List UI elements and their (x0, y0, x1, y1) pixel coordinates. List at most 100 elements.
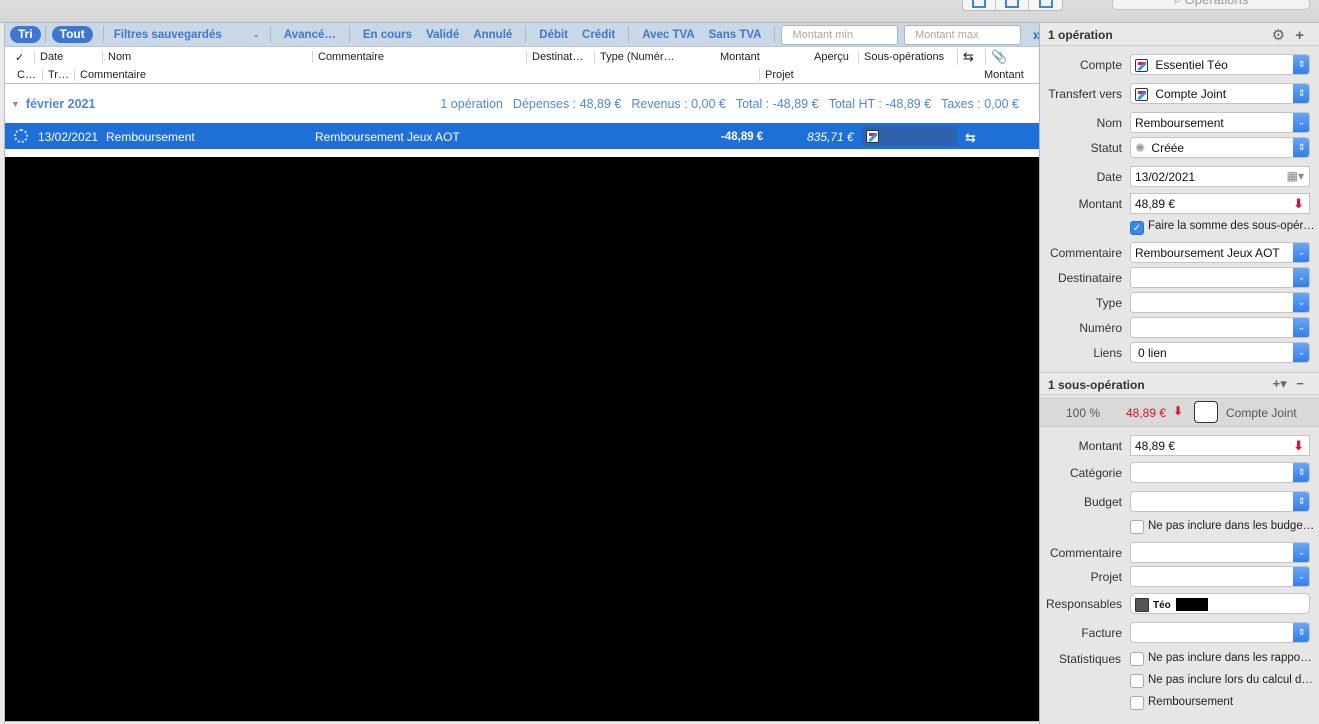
comment-combobox[interactable]: Remboursement Jeux AOT ⌄ (1130, 242, 1310, 263)
updown-chevron-icon: ⇕ (1293, 138, 1309, 157)
filter-separator (525, 26, 527, 43)
column-header-amount[interactable]: Montant (720, 51, 760, 63)
column-header-attachment[interactable]: 📎 (985, 49, 1007, 65)
chevron-down-icon[interactable]: ⌄ (1293, 243, 1309, 262)
more-filters-button[interactable]: » (1033, 25, 1043, 45)
group-summary: 1 opération Dépenses : 48,89 € Revenus :… (440, 97, 1019, 111)
date-input[interactable]: 13/02/2021 ▦▾ (1130, 166, 1310, 187)
account-select[interactable]: Essentiel Téo ⇕ (1130, 54, 1310, 75)
filter-in-progress[interactable]: En cours (363, 29, 412, 41)
debit-arrow-icon[interactable]: ⬇ (1293, 438, 1304, 454)
column-header-preview[interactable]: Aperçu (814, 51, 849, 63)
remove-sub-operation-button[interactable]: − (1296, 376, 1304, 391)
recipient-combobox[interactable]: ⌄ (1130, 267, 1310, 288)
stats-exclude-calc-label: Ne pas inclure lors du calcul d… (1148, 674, 1313, 686)
column-header-project[interactable]: Projet (759, 69, 794, 81)
number-combobox[interactable]: ⌄ (1130, 317, 1310, 338)
view-right-panel-button[interactable] (1029, 0, 1062, 10)
view-bottom-panel-button[interactable] (996, 0, 1029, 10)
column-header-transfer[interactable]: ⇆ (957, 49, 974, 65)
chevron-down-icon[interactable]: ⌄ (1293, 293, 1309, 312)
column-header-c[interactable]: C… (17, 69, 36, 81)
status-select[interactable]: ✺ Créée ⇕ (1130, 137, 1310, 158)
chevron-down-icon[interactable]: ⌄ (1293, 268, 1309, 287)
sub-comment-combobox[interactable]: ⌄ (1130, 542, 1310, 563)
inspector-header: 1 opération ⚙ + (1040, 23, 1319, 46)
statistics-label: Statistiques (1058, 652, 1121, 666)
row-comment: Remboursement Jeux AOT (315, 130, 460, 144)
column-header-type-number[interactable]: Type (Numér… (594, 51, 675, 63)
row-balance: 835,71 € (807, 130, 854, 144)
filter-with-vat[interactable]: Avec TVA (642, 29, 694, 41)
filter-credit[interactable]: Crédit (582, 29, 615, 41)
stats-exclude-reports-checkbox[interactable] (1130, 652, 1144, 666)
sub-operations-title: 1 sous-opération (1048, 378, 1145, 392)
add-operation-button[interactable]: + (1295, 27, 1304, 44)
sub-amount-input[interactable]: 48,89 € ⬇ (1130, 435, 1310, 456)
view-left-panel-button[interactable] (963, 0, 996, 10)
sub-field-responsibles: Responsables Téo (1040, 593, 1319, 615)
type-combobox[interactable]: ⌄ (1130, 292, 1310, 313)
sort-button[interactable]: Tri (10, 26, 41, 43)
budget-exclude-checkbox[interactable] (1130, 520, 1144, 534)
column-header-check[interactable]: ✓ (15, 51, 24, 64)
filter-advanced-button[interactable]: Avancé… (284, 29, 336, 41)
stats-exclude-calc-checkbox[interactable] (1130, 674, 1144, 688)
filter-validated[interactable]: Validé (426, 29, 459, 41)
chevron-down-icon[interactable]: ⌄ (1293, 318, 1309, 337)
sum-sub-operations-checkbox[interactable]: ✓ (1130, 221, 1144, 235)
table-row[interactable]: 13/02/2021 Remboursement Remboursement J… (5, 123, 1039, 149)
view-mode-segmented-control[interactable] (962, 0, 1063, 11)
field-transfer-to: Transfert vers Compte Joint ⇕ (1040, 83, 1319, 105)
responsibles-token-field[interactable]: Téo (1130, 593, 1310, 614)
chevron-down-icon[interactable]: ⌄ (1293, 567, 1309, 586)
filter-without-vat[interactable]: Sans TVA (709, 29, 762, 41)
chevron-down-icon[interactable]: ⌄ (1293, 343, 1309, 362)
field-date: Date 13/02/2021 ▦▾ (1040, 166, 1319, 188)
filter-cancelled[interactable]: Annulé (473, 29, 512, 41)
filter-debit[interactable]: Débit (539, 29, 568, 41)
gear-icon[interactable]: ⚙ (1272, 27, 1285, 44)
column-header-name[interactable]: Nom (102, 51, 131, 63)
chevron-down-icon[interactable]: ⌄ (1293, 543, 1309, 562)
column-header-sub-operations[interactable]: Sous-opérations (858, 51, 944, 63)
filter-all-button[interactable]: Tout (51, 26, 93, 43)
calendar-icon[interactable]: ▦▾ (1287, 169, 1304, 183)
column-header-amount-2[interactable]: Montant (984, 69, 1024, 81)
category-select[interactable]: ⇕ (1130, 462, 1310, 483)
reimbursement-checkbox[interactable] (1130, 696, 1144, 710)
column-header-tr[interactable]: Tr… (42, 69, 69, 81)
sub-field-category: Catégorie ⇕ (1040, 462, 1319, 484)
budget-select[interactable]: ⇕ (1130, 491, 1310, 512)
add-sub-operation-button[interactable]: +▾ (1273, 376, 1287, 391)
project-combobox[interactable]: ⌄ (1130, 566, 1310, 587)
column-header-comment-2[interactable]: Commentaire (74, 69, 146, 81)
account-logo-icon (1135, 88, 1148, 102)
group-title: février 2021 (25, 96, 96, 111)
transfer-arrows-icon: ⇆ (963, 49, 974, 64)
transfer-to-select[interactable]: Compte Joint ⇕ (1130, 83, 1310, 104)
field-account: Compte Essentiel Téo ⇕ (1040, 54, 1319, 76)
debit-arrow-icon[interactable]: ⬇ (1293, 196, 1304, 212)
chevron-down-icon[interactable]: ⌄ (1293, 113, 1309, 132)
links-dropdown[interactable]: 0 lien ⌄ (1130, 342, 1310, 363)
search-input[interactable]: ⌕ Opérations (1112, 0, 1310, 10)
sub-account: Compte Joint (1226, 406, 1297, 420)
account-logo-icon (866, 130, 879, 143)
column-header-recipient[interactable]: Destinat… (526, 51, 583, 63)
row-account-chip[interactable]: Compte Joint (862, 126, 957, 146)
amount-min-input[interactable]: Montant min (781, 24, 898, 45)
account-logo-icon (1135, 59, 1148, 73)
column-header-date[interactable]: Date (34, 51, 63, 63)
amount-input[interactable]: 48,89 € ⬇ (1130, 193, 1310, 214)
column-header-comment[interactable]: Commentaire (312, 51, 384, 63)
disclosure-triangle-icon[interactable]: ▼ (11, 99, 20, 109)
saved-filters-dropdown[interactable]: Filtres sauvegardés ⌄ (114, 29, 260, 41)
filter-bar: Tri Tout Filtres sauvegardés ⌄ Avancé… E… (5, 23, 1043, 47)
invoice-select[interactable]: ⇕ (1130, 622, 1310, 643)
month-group-header[interactable]: ▼ février 2021 1 opération Dépenses : 48… (5, 85, 1039, 122)
amount-max-input[interactable]: Montant max (903, 24, 1021, 45)
sub-operation-summary-row[interactable]: 100 % 48,89 € ⬇ Compte Joint (1040, 397, 1319, 427)
name-combobox[interactable]: Remboursement ⌄ (1130, 112, 1310, 133)
stats-exclude-reports-label: Ne pas inclure dans les rappo… (1148, 652, 1312, 664)
